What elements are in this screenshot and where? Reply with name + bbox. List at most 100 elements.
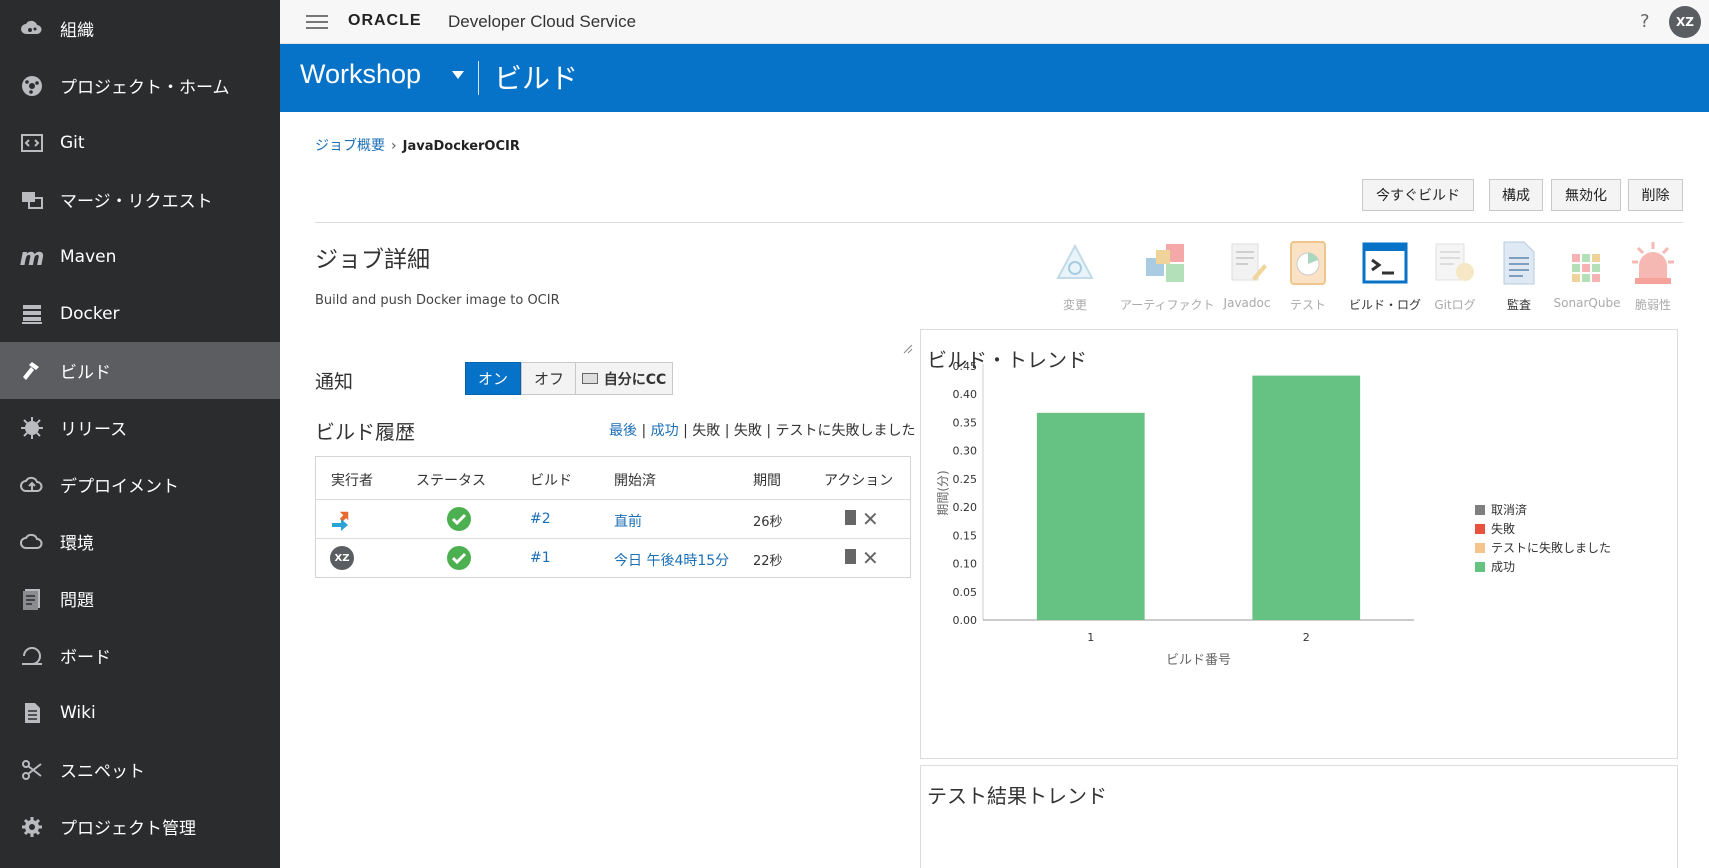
sidebar-item-label: デプロイメント xyxy=(60,477,179,497)
y-tick-label: 0.00 xyxy=(953,614,978,627)
legend-swatch xyxy=(1475,561,1485,572)
build-duration: 26秒 xyxy=(753,515,783,530)
job-title: ジョブ詳細 xyxy=(315,247,430,273)
artifacts-icon xyxy=(1146,244,1184,282)
tests-icon xyxy=(1290,241,1326,285)
legend-swatch xyxy=(1475,523,1485,534)
build-log-icon[interactable] xyxy=(845,510,856,525)
notification-off-toggle[interactable]: オフ xyxy=(521,362,577,395)
build-number-link[interactable]: #1 xyxy=(530,550,551,566)
column-header: ビルド xyxy=(530,473,572,489)
y-tick-label: 0.20 xyxy=(953,501,978,514)
project-home-icon xyxy=(19,73,45,99)
product-name: Developer Cloud Service xyxy=(448,12,637,31)
legend-item: 取消済 xyxy=(1475,500,1611,519)
sidebar-item-label: プロジェクト・ホーム xyxy=(60,78,230,98)
tool-tests[interactable]: テスト xyxy=(1268,240,1348,313)
resize-handle-icon[interactable] xyxy=(903,339,913,354)
sidebar-item-docker[interactable]: Docker xyxy=(0,285,280,342)
y-tick-label: 0.05 xyxy=(953,586,978,599)
breadcrumb-job-overview[interactable]: ジョブ概要 xyxy=(315,138,385,154)
sidebar-item-maven[interactable]: m Maven xyxy=(0,228,280,285)
disable-button[interactable]: 無効化 xyxy=(1551,179,1621,211)
header-divider xyxy=(478,61,479,95)
cc-me-button[interactable]: 自分にCC xyxy=(575,362,673,395)
merge-request-icon xyxy=(19,187,45,213)
vulnerability-icon xyxy=(1632,242,1674,284)
legend-item: 成功 xyxy=(1475,557,1611,576)
test-trend-panel: テスト結果トレンド xyxy=(920,765,1678,868)
delete-button[interactable]: 削除 xyxy=(1628,179,1683,211)
sidebar-item-issues[interactable]: 問題 xyxy=(0,570,280,627)
filter-latest[interactable]: 最後 xyxy=(609,423,637,439)
build-now-button[interactable]: 今すぐビルド xyxy=(1362,179,1474,211)
y-axis-title: 期間(分) xyxy=(936,470,950,515)
sidebar-item-label: ボード xyxy=(60,648,111,668)
delete-build-icon[interactable]: ✕ xyxy=(862,546,879,570)
legend-item: テストに失敗しました xyxy=(1475,538,1611,557)
snippet-icon xyxy=(19,757,45,783)
project-dropdown-icon[interactable] xyxy=(452,71,464,79)
sidebar-item-snippets[interactable]: スニペット xyxy=(0,741,280,798)
sidebar-item-git[interactable]: Git xyxy=(0,114,280,171)
sidebar-item-label: マージ・リクエスト xyxy=(60,192,213,212)
scm-trigger-icon xyxy=(332,511,349,531)
divider xyxy=(315,222,1683,223)
build-trend-panel: ビルド・トレンド 0.00 0.05 0.10 0.15 0.20 0.25 0.30 0.3… xyxy=(920,329,1678,759)
sidebar-item-project-home[interactable]: プロジェクト・ホーム xyxy=(0,57,280,114)
sidebar-item-label: Wiki xyxy=(60,702,96,723)
build-started[interactable]: 今日 午後4時15分 xyxy=(614,550,729,570)
sidebar-item-deployments[interactable]: デプロイメント xyxy=(0,456,280,513)
help-icon[interactable]: ? xyxy=(1640,11,1650,32)
legend-label: 失敗 xyxy=(1491,522,1516,536)
project-name[interactable]: Workshop xyxy=(300,59,421,90)
sidebar-item-label: 組織 xyxy=(60,21,94,41)
history-filters: 最後 | 成功 | 失敗 | 失敗 | テストに失敗しました xyxy=(609,423,916,439)
sidebar-item-environments[interactable]: 環境 xyxy=(0,513,280,570)
settings-icon xyxy=(19,814,45,840)
user-avatar[interactable]: XZ xyxy=(1669,6,1701,38)
sidebar-item-wiki[interactable]: Wiki xyxy=(0,684,280,741)
y-tick-label: 0.25 xyxy=(953,473,978,486)
legend-swatch xyxy=(1475,504,1485,515)
column-header: 開始済 xyxy=(614,473,656,489)
build-number-link[interactable]: #2 xyxy=(530,511,551,527)
filter-failed-2[interactable]: 失敗 xyxy=(734,423,762,439)
tool-changes[interactable]: 変更 xyxy=(1035,240,1115,313)
sidebar-item-build[interactable]: ビルド xyxy=(0,342,280,399)
filter-test-failed[interactable]: テストに失敗しました xyxy=(776,423,916,439)
sidebar: 組織 プロジェクト・ホーム Git マージ・リクエスト m Maven Dock… xyxy=(0,0,280,868)
tool-artifacts[interactable]: アーティファクト xyxy=(1120,240,1215,313)
tool-vulnerabilities[interactable]: 脆弱性 xyxy=(1613,240,1693,313)
breadcrumb: ジョブ概要 › JavaDockerOCIR xyxy=(315,135,520,155)
sidebar-item-project-admin[interactable]: プロジェクト管理 xyxy=(0,798,280,855)
configure-button[interactable]: 構成 xyxy=(1489,179,1543,211)
section-title: ビルド xyxy=(494,62,579,95)
sidebar-item-organization[interactable]: 組織 xyxy=(0,0,280,57)
hamburger-menu-icon[interactable] xyxy=(306,12,328,32)
build-duration: 22秒 xyxy=(753,554,783,569)
sonarqube-icon xyxy=(1572,254,1600,282)
environment-icon xyxy=(19,529,45,555)
build-log-icon[interactable] xyxy=(845,549,856,564)
notification-on-toggle[interactable]: オン xyxy=(465,362,521,395)
top-bar: ORACLE Developer Cloud Service ? XZ xyxy=(280,0,1709,44)
test-trend-title: テスト結果トレンド xyxy=(927,784,1107,808)
legend-item: 失敗 xyxy=(1475,519,1611,538)
build-log-icon xyxy=(1362,242,1408,284)
table-row: XZ #1 今日 午後4時15分 22秒 ✕ xyxy=(316,538,910,577)
sidebar-item-releases[interactable]: リリース xyxy=(0,399,280,456)
oracle-logo: ORACLE xyxy=(348,12,422,29)
sidebar-item-boards[interactable]: ボード xyxy=(0,627,280,684)
build-started[interactable]: 直前 xyxy=(614,511,642,531)
filter-failed[interactable]: 失敗 xyxy=(692,423,720,439)
sidebar-item-merge-requests[interactable]: マージ・リクエスト xyxy=(0,171,280,228)
board-icon xyxy=(19,643,45,669)
column-header: アクション xyxy=(824,473,894,489)
y-tick-label: 0.40 xyxy=(953,388,978,401)
page-header: Workshop ビルド xyxy=(280,44,1709,112)
sidebar-item-label: Maven xyxy=(60,246,117,267)
filter-success[interactable]: 成功 xyxy=(651,423,679,439)
delete-build-icon[interactable]: ✕ xyxy=(862,507,879,531)
legend-swatch xyxy=(1475,542,1485,553)
